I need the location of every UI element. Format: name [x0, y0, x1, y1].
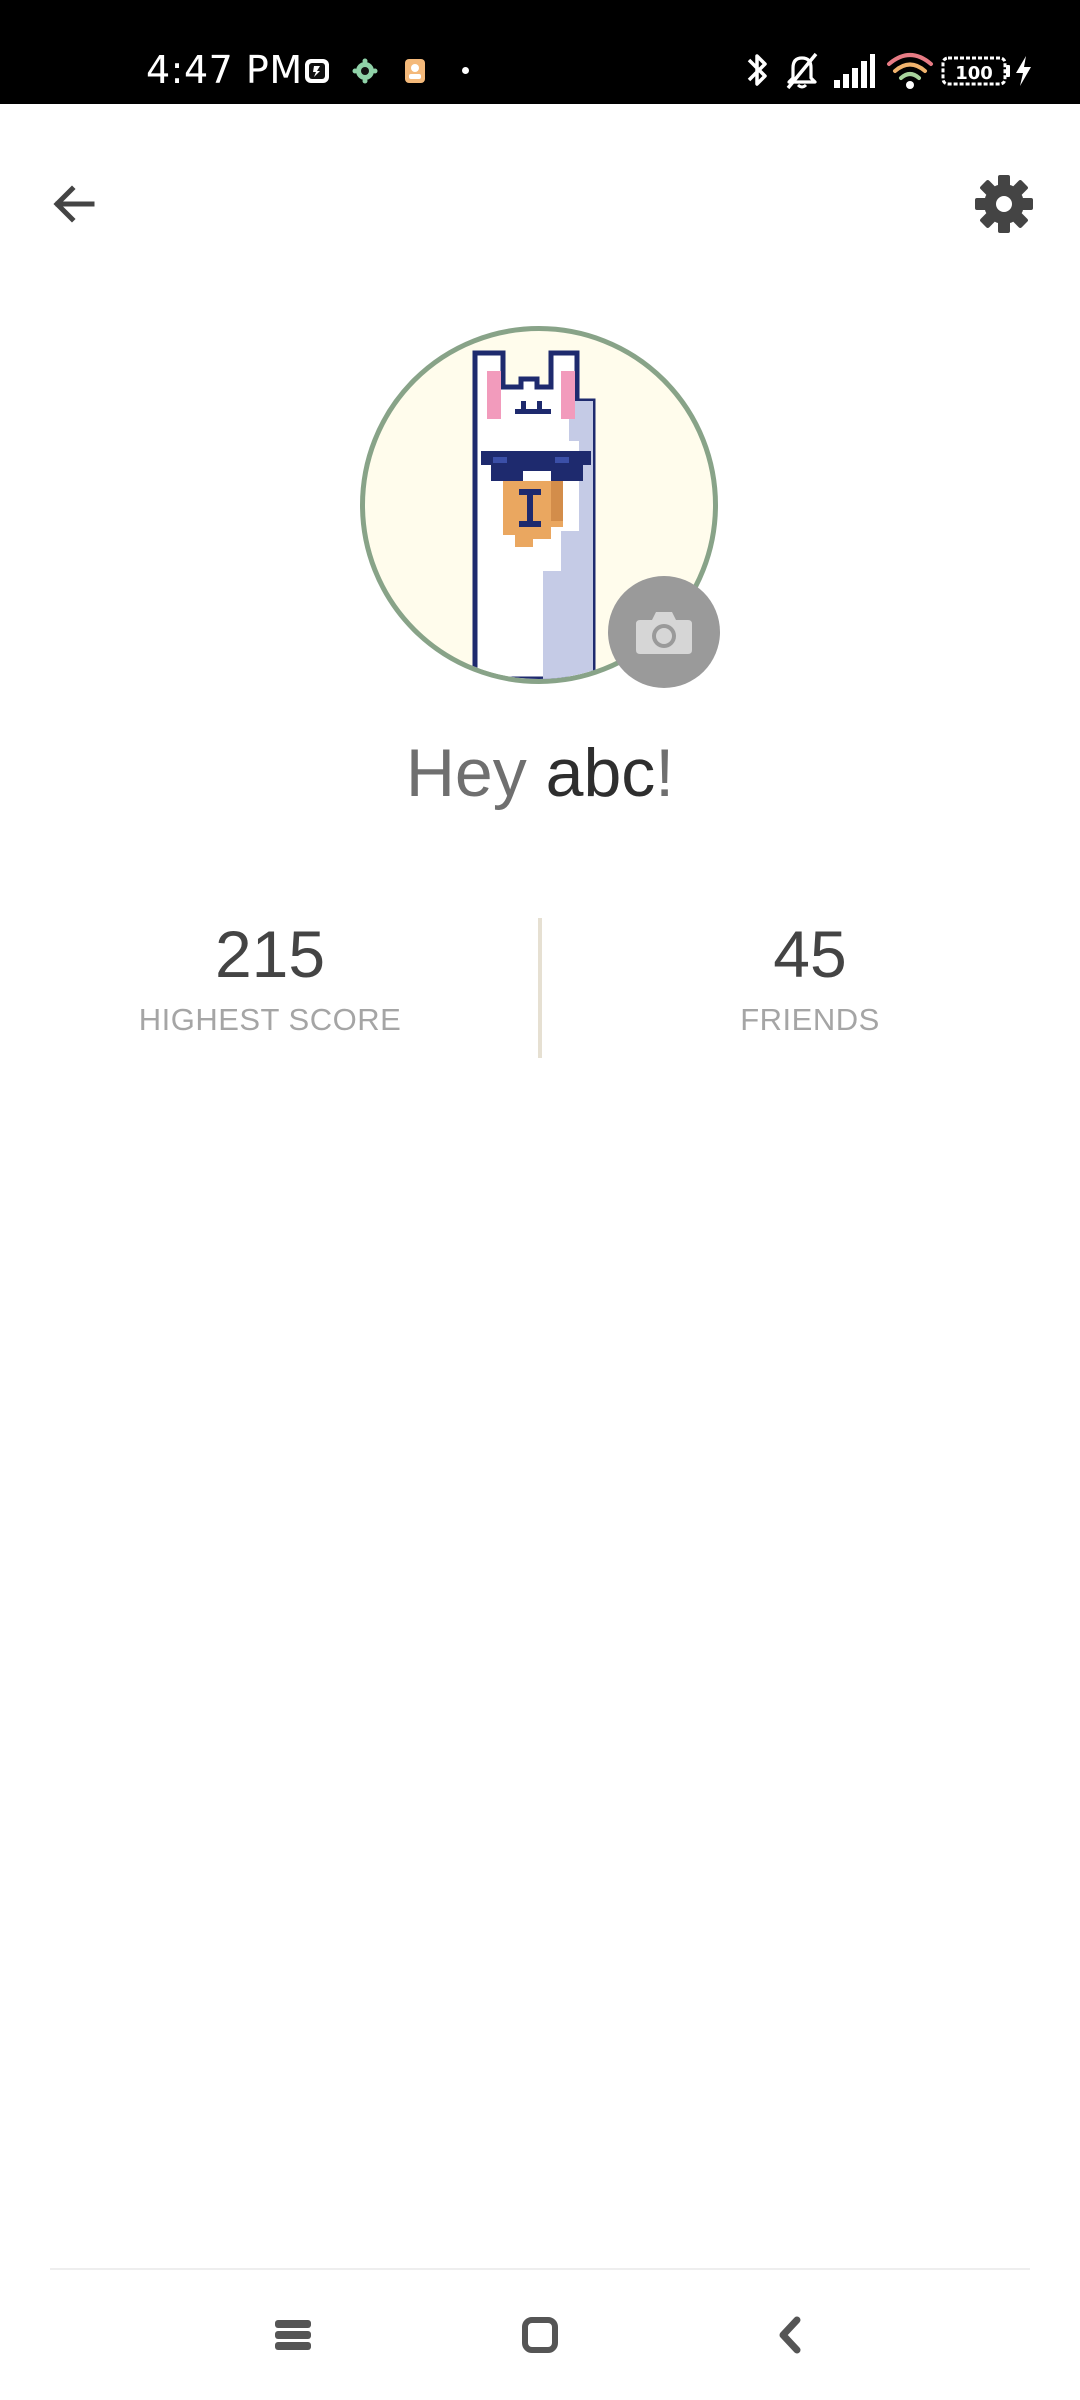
gear-icon — [975, 175, 1033, 233]
status-time: 4:47 PM — [146, 48, 303, 92]
greeting-prefix: Hey — [405, 735, 546, 811]
settings-notification-icon — [352, 58, 378, 84]
nav-bar-divider — [50, 2268, 1030, 2270]
username: abc — [545, 735, 656, 811]
highest-score-stat: 215 HIGHEST SCORE — [0, 912, 540, 1042]
arrow-left-icon — [53, 185, 95, 223]
bluetooth-icon — [747, 54, 767, 86]
cellular-signal-icon — [834, 54, 875, 88]
greeting-suffix: ! — [655, 735, 675, 811]
battery-icon: 100 — [941, 56, 1010, 86]
app-notification-icon — [305, 59, 329, 83]
back-button[interactable] — [34, 164, 114, 244]
bell-off-icon — [786, 52, 818, 90]
greeting: Hey abc! — [0, 728, 1080, 818]
home-icon — [522, 2317, 558, 2353]
settings-button[interactable] — [964, 164, 1044, 244]
recent-apps-icon — [275, 2320, 311, 2350]
change-photo-button[interactable] — [608, 576, 720, 688]
friends-stat[interactable]: 45 FRIENDS — [540, 912, 1080, 1042]
back-nav-button[interactable] — [740, 2300, 840, 2370]
recent-apps-button[interactable] — [243, 2300, 343, 2370]
more-notifications-dot — [462, 67, 469, 74]
contact-notification-icon — [405, 59, 425, 83]
charging-icon — [1016, 56, 1031, 86]
camera-icon — [636, 612, 692, 654]
back-nav-icon — [779, 2316, 801, 2354]
highest-score-value: 215 — [214, 917, 326, 991]
home-button[interactable] — [490, 2300, 590, 2370]
status-bar: 4:47 PM 100 — [0, 0, 1080, 104]
friends-label: FRIENDS — [740, 1002, 880, 1037]
friends-value: 45 — [773, 917, 847, 991]
wifi-icon — [887, 53, 933, 89]
highest-score-label: HIGHEST SCORE — [138, 1002, 402, 1037]
battery-percentage: 100 — [955, 63, 993, 84]
